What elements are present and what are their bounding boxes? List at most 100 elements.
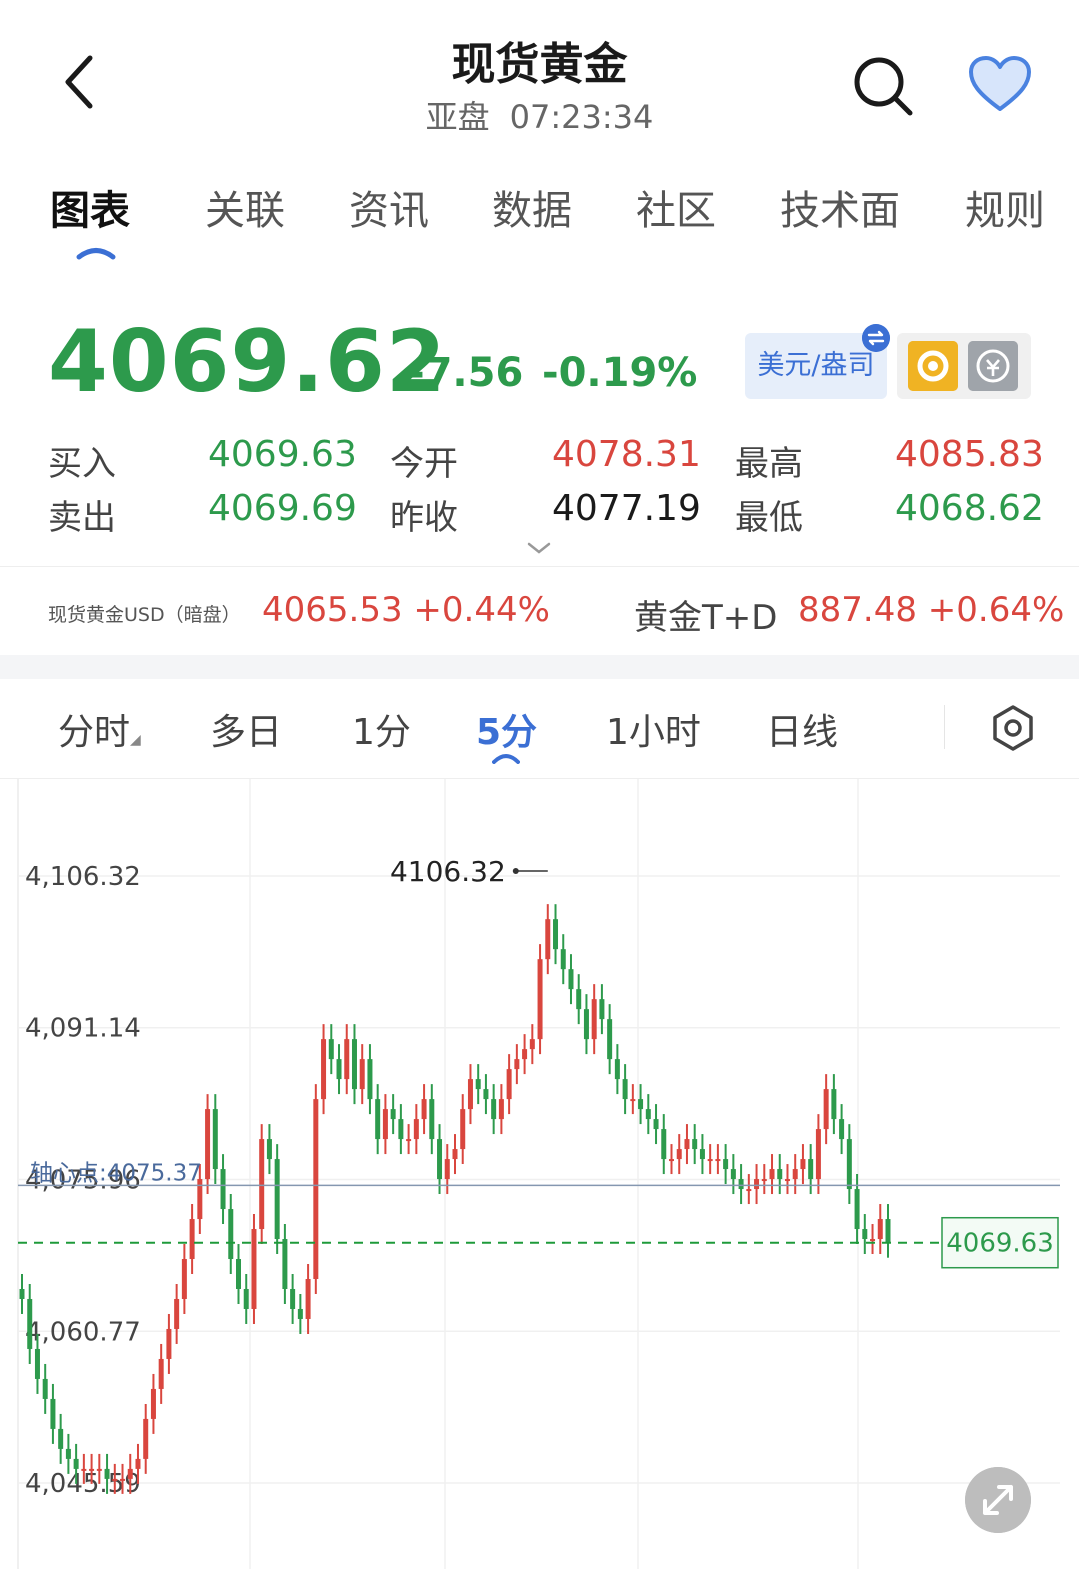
related-left-value[interactable]: 4065.53 +0.44%: [262, 590, 550, 630]
settings-hexagon-icon[interactable]: [988, 703, 1038, 753]
candle-body: [568, 969, 574, 990]
period-tab-multiday[interactable]: 多日: [210, 703, 282, 755]
candle-body: [553, 919, 559, 950]
high-marker-label: 4106.32: [390, 855, 506, 888]
period-tab-5min[interactable]: 5分: [476, 703, 537, 755]
candle-body: [336, 1059, 342, 1080]
candle-body: [715, 1159, 721, 1162]
fullscreen-expand-icon[interactable]: [965, 1467, 1031, 1533]
candle-body: [444, 1159, 450, 1180]
candle-body: [800, 1159, 806, 1170]
high-marker-dot: [512, 868, 519, 874]
active-tab-indicator: [76, 248, 116, 260]
candle-body: [89, 1468, 95, 1471]
candle-body: [259, 1139, 265, 1230]
current-price: 4069.62: [48, 312, 447, 412]
favorite-heart-icon[interactable]: [968, 55, 1032, 113]
candle-body: [297, 1308, 303, 1319]
candle-body: [607, 1019, 613, 1060]
y-tick-label: 4,091.14: [25, 1014, 141, 1044]
candle-body: [614, 1059, 620, 1080]
high-label: 最高: [735, 444, 803, 484]
candle-body: [529, 1039, 535, 1050]
candle-body: [251, 1229, 257, 1309]
candle-body: [58, 1428, 64, 1449]
related-right-value[interactable]: 887.48 +0.64%: [798, 590, 1064, 630]
candle-body: [460, 1109, 466, 1150]
market-time: 07:23:34: [509, 98, 654, 136]
candle-body: [560, 949, 566, 970]
candle-body: [150, 1388, 156, 1419]
calculator-icon[interactable]: [968, 341, 1018, 391]
candle-body: [576, 989, 582, 1010]
candle-body: [761, 1179, 767, 1182]
candle-body: [243, 1288, 249, 1309]
expand-chevron-icon[interactable]: [526, 540, 552, 556]
tab-technical[interactable]: 技术面: [780, 178, 900, 236]
swap-icon: [862, 324, 890, 352]
refresh-icon[interactable]: [908, 341, 958, 391]
bid-value: 4069.63: [208, 434, 357, 475]
tab-news[interactable]: 资讯: [349, 178, 429, 236]
candle-body: [491, 1099, 497, 1120]
candle-body: [769, 1169, 775, 1180]
candle-body: [220, 1169, 226, 1210]
candle-body: [421, 1099, 427, 1120]
candle-body: [282, 1239, 288, 1289]
candle-body: [738, 1179, 744, 1190]
tab-community[interactable]: 社区: [636, 178, 716, 236]
candle-body: [406, 1139, 412, 1142]
candle-body: [746, 1189, 752, 1192]
related-left-label[interactable]: 现货黄金USD（暗盘）: [48, 600, 241, 627]
candle-body: [522, 1049, 528, 1060]
period-tab-1min[interactable]: 1分: [352, 703, 411, 755]
candle-body: [413, 1119, 419, 1140]
candle-body: [808, 1159, 814, 1180]
candle-body: [846, 1139, 852, 1190]
period-tab-daily[interactable]: 日线: [766, 703, 838, 755]
tab-data[interactable]: 数据: [492, 178, 572, 236]
period-tab-1hour[interactable]: 1小时: [606, 703, 701, 755]
candle-body: [839, 1119, 845, 1140]
candle-body: [583, 1009, 589, 1040]
candle-body: [19, 1288, 25, 1299]
candle-body: [266, 1139, 272, 1160]
candle-body: [158, 1358, 164, 1389]
candle-body: [877, 1219, 883, 1240]
candle-body: [104, 1468, 110, 1479]
candle-body: [591, 999, 597, 1040]
candle-body: [274, 1159, 280, 1240]
pivot-label: 轴心点:4075.37: [30, 1160, 202, 1186]
section-gap: [0, 655, 1079, 679]
active-period-indicator: [492, 754, 520, 764]
candle-body: [645, 1109, 651, 1120]
candle-body: [622, 1079, 628, 1100]
price-change-percent: -0.19%: [542, 350, 698, 396]
candle-body: [692, 1139, 698, 1150]
candle-body: [429, 1099, 435, 1140]
candle-body: [382, 1109, 388, 1140]
candle-body: [181, 1259, 187, 1299]
candle-body: [653, 1119, 659, 1130]
period-tab-intraday[interactable]: 分时◢: [58, 703, 141, 755]
open-label: 今开: [390, 444, 458, 484]
tab-related[interactable]: 关联: [205, 178, 285, 236]
candle-body: [228, 1209, 234, 1260]
price-change: -7.56: [408, 350, 524, 396]
related-right-label[interactable]: 黄金T+D: [634, 590, 777, 639]
page-title: 现货黄金: [451, 39, 628, 90]
candle-body: [42, 1378, 48, 1399]
candlestick-chart[interactable]: 4,106.324,091.144,075.964,060.774,045.59…: [0, 779, 1079, 1569]
candle-body: [777, 1169, 783, 1180]
candle-body: [537, 959, 543, 1040]
current-price-label: 4069.63: [946, 1229, 1054, 1259]
tab-chart[interactable]: 图表: [50, 178, 130, 236]
candle-body: [545, 919, 551, 960]
candle-body: [475, 1079, 481, 1090]
tab-rules[interactable]: 规则: [965, 178, 1045, 236]
search-icon[interactable]: [852, 55, 914, 117]
candle-body: [205, 1109, 211, 1180]
candle-body: [437, 1139, 443, 1180]
candle-body: [669, 1159, 674, 1162]
candle-body: [174, 1298, 180, 1329]
